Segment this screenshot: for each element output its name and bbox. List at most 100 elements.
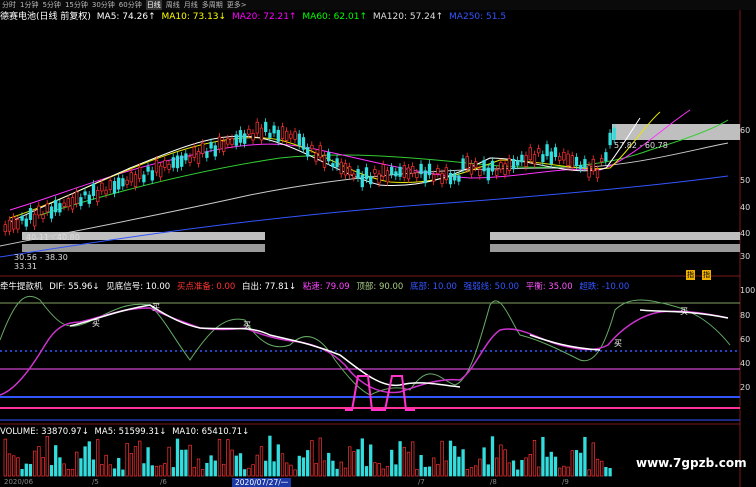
volume-bar — [507, 462, 511, 477]
candle-body — [217, 136, 222, 150]
candle-body — [579, 164, 583, 170]
candle-body — [276, 129, 280, 142]
candle-body — [364, 167, 369, 180]
candle-body — [272, 125, 276, 134]
volume-bar — [587, 469, 591, 477]
candle-body — [259, 127, 264, 141]
candle-body — [83, 191, 87, 196]
candle-body — [322, 155, 327, 168]
volume-bar — [213, 460, 217, 477]
candle-body — [24, 218, 28, 227]
volume-bar — [574, 450, 579, 477]
candle-body — [402, 165, 406, 178]
volume-bar — [457, 456, 461, 477]
candle-body — [335, 158, 339, 168]
candle-body — [222, 141, 226, 152]
volume-bar — [478, 458, 482, 477]
ma10-line — [9, 111, 661, 219]
candle-body — [180, 155, 184, 167]
ind-tick: 20 — [740, 383, 751, 392]
candle-body — [612, 127, 616, 140]
ind-tick: 80 — [740, 311, 751, 320]
candle-body — [142, 174, 146, 183]
volume-bar — [553, 456, 558, 477]
chart-canvas[interactable] — [0, 0, 756, 487]
volume-bar — [264, 460, 268, 477]
candle-body — [331, 163, 335, 167]
candle-body — [406, 167, 411, 180]
candlesticks — [3, 118, 616, 236]
signal-label: 见底信号: 10.00 — [106, 282, 171, 292]
candle-body — [184, 153, 188, 161]
candle-body — [566, 153, 570, 166]
candle-body — [54, 199, 58, 213]
candle-body — [251, 132, 255, 141]
candle-body — [545, 144, 549, 157]
candle-body — [49, 206, 54, 219]
candle-body — [524, 155, 528, 167]
volume-bar — [516, 469, 520, 477]
volume-bar — [369, 444, 373, 477]
volume-bar — [293, 469, 297, 477]
candle-body — [398, 166, 402, 177]
volume-bar — [238, 453, 243, 477]
candle-body — [574, 156, 579, 167]
candle-body — [112, 181, 117, 194]
candle-body — [33, 213, 37, 227]
volume-bar — [226, 439, 230, 477]
volume-bar — [566, 466, 570, 477]
volume-bar — [184, 449, 188, 477]
volume-bar — [381, 468, 385, 477]
volume-bar — [180, 449, 184, 477]
candle-body — [285, 130, 289, 141]
volume-bar — [444, 460, 448, 477]
candle-body — [516, 160, 520, 166]
candle-body — [570, 155, 574, 168]
candle-body — [226, 138, 230, 145]
volume-bar — [7, 453, 12, 477]
volume-bar — [448, 440, 453, 477]
candle-body — [175, 155, 180, 169]
dif-label: DIF: 55.96↓ — [49, 282, 100, 292]
volume-bar — [331, 460, 335, 477]
volume-bar — [70, 468, 75, 477]
candle-body — [75, 191, 79, 204]
volume-bar — [469, 467, 474, 477]
volume-bar — [474, 465, 478, 477]
volume-bar — [373, 462, 377, 477]
candle-body — [280, 126, 285, 139]
volume-bar — [297, 455, 301, 477]
volume-bar — [310, 440, 314, 477]
volume-bar — [432, 457, 436, 477]
volume-bar — [600, 460, 604, 477]
volume-bar — [87, 441, 91, 477]
candle-body — [167, 164, 171, 170]
candle-body — [108, 180, 112, 190]
indicator-name[interactable]: 牵牛提款机 — [0, 282, 43, 292]
volume-bar — [276, 444, 280, 477]
balance-label: 强弱线: 50.00 — [463, 282, 520, 292]
x-label: /8 — [490, 478, 497, 486]
volume-bar — [579, 452, 583, 477]
candle-body — [339, 161, 343, 175]
volume-bar — [541, 436, 545, 477]
volume-bar — [108, 464, 112, 477]
candle-body — [301, 137, 306, 150]
candle-body — [62, 202, 66, 207]
candle-body — [310, 144, 314, 150]
candle-body — [163, 160, 167, 168]
candle-body — [125, 179, 129, 185]
candle-body — [591, 158, 595, 172]
volume-bar — [175, 438, 180, 477]
pinch-label: 粘速: 79.09 — [302, 282, 350, 292]
candle-body — [528, 147, 532, 161]
candle-body — [474, 161, 478, 168]
volume-bar — [146, 447, 150, 477]
volume-bar — [356, 449, 360, 477]
candle-body — [465, 156, 469, 169]
candle-body — [562, 152, 566, 161]
candle-body — [549, 151, 553, 165]
volume-bar — [222, 463, 226, 477]
candle-body — [87, 194, 91, 204]
volume-bar — [289, 464, 293, 477]
